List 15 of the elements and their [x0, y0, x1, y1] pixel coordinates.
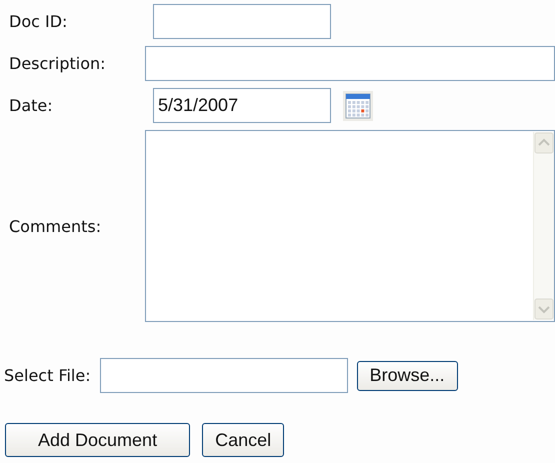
scroll-up-icon[interactable] [534, 132, 554, 154]
field-label: Description: [9, 54, 107, 73]
field-label: Doc ID: [9, 12, 68, 31]
field-label: Select File: [4, 366, 91, 385]
field-label: Date: [9, 96, 54, 115]
date-field[interactable]: 5/31/2007 [153, 88, 331, 123]
cancel-button[interactable]: Cancel [202, 423, 284, 457]
field-label: Comments: [9, 216, 102, 236]
input-field[interactable] [145, 46, 555, 81]
scroll-down-icon[interactable] [534, 298, 554, 320]
browse-button[interactable]: Browse... [356, 360, 458, 390]
input-field[interactable] [153, 4, 331, 39]
add-document-button[interactable]: Add Document [5, 423, 190, 457]
calendar-icon[interactable] [343, 90, 373, 120]
file-path-field[interactable] [100, 358, 348, 393]
